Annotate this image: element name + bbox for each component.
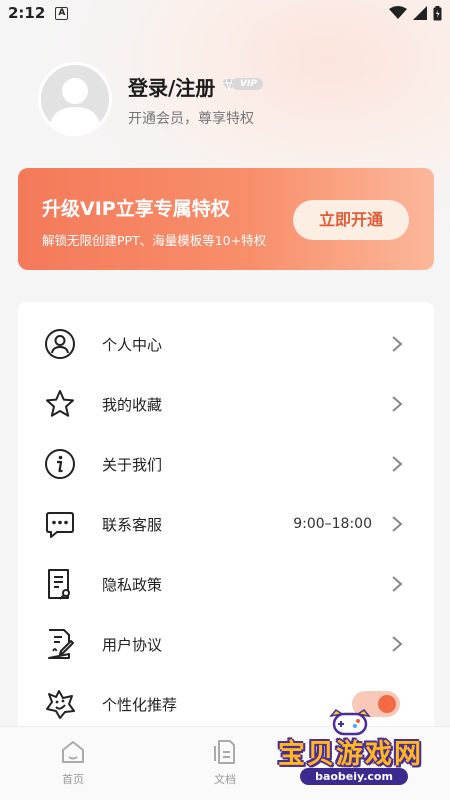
- menu-item-label: 用户协议: [102, 635, 163, 654]
- menu-item-customer-service[interactable]: 联系客服 9:00–18:00: [18, 494, 434, 554]
- vip-badge: VIP: [222, 76, 264, 92]
- chevron-right-icon: [392, 636, 403, 652]
- avatar[interactable]: [38, 62, 112, 136]
- nav-item-documents[interactable]: 文档: [195, 739, 255, 795]
- open-vip-button[interactable]: 立即开通: [293, 200, 409, 240]
- default-avatar-icon: [49, 78, 101, 133]
- chat-bubble-icon: [46, 512, 74, 538]
- chevron-right-icon: [392, 576, 403, 592]
- chevron-right-icon: [392, 516, 403, 532]
- watermark-title: 宝贝游戏网: [278, 739, 423, 770]
- menu-item-label: 隐私政策: [102, 575, 163, 594]
- signal-icon: [413, 6, 427, 20]
- menu-item-label: 联系客服: [102, 515, 163, 534]
- document-icon: [48, 569, 70, 600]
- chevron-right-icon: [392, 336, 403, 352]
- menu-item-label: 我的收藏: [102, 395, 163, 414]
- battery-icon: [433, 5, 442, 20]
- notification-a-icon: A: [55, 6, 69, 20]
- agreement-icon: [48, 629, 74, 659]
- menu-item-label: 个性化推荐: [102, 695, 178, 714]
- service-hours: 9:00–18:00: [293, 516, 372, 532]
- nav-label: 文档: [214, 773, 236, 786]
- wifi-icon: [389, 6, 407, 19]
- profile-subtitle: 开通会员，尊享特权: [128, 111, 254, 127]
- menu-item-label: 关于我们: [102, 455, 163, 474]
- chevron-right-icon: [392, 396, 403, 412]
- menu-item-personal-center[interactable]: 个人中心: [18, 314, 434, 374]
- recommend-icon: [46, 690, 75, 719]
- menu-item-privacy-policy[interactable]: 隐私政策: [18, 554, 434, 614]
- info-icon: [45, 449, 75, 479]
- menu-item-label: 个人中心: [102, 335, 163, 354]
- chevron-right-icon: [392, 456, 403, 472]
- watermark-logo: 宝贝游戏网 baobeiy.com: [270, 700, 450, 800]
- status-icons: [389, 5, 442, 21]
- user-circle-icon: [45, 329, 75, 359]
- profile-section[interactable]: 登录/注册 VIP 开通会员，尊享特权: [38, 62, 418, 142]
- menu-item-about-us[interactable]: 关于我们: [18, 434, 434, 494]
- vip-banner[interactable]: 升级VIP立享专属特权 解锁无限创建PPT、海量模板等10+特权 立即开通: [18, 168, 434, 270]
- document-nav-icon: [214, 740, 235, 764]
- menu-card: 个人中心 我的收藏 关于我们 联系客服 9:00–18:00 隐私政策 用户协议…: [18, 302, 434, 742]
- nav-label: 首页: [62, 773, 84, 786]
- menu-item-favorites[interactable]: 我的收藏: [18, 374, 434, 434]
- status-time: 2:12: [8, 4, 46, 22]
- home-icon: [62, 741, 84, 763]
- vip-banner-subtitle: 解锁无限创建PPT、海量模板等10+特权: [42, 233, 267, 248]
- star-icon: [46, 390, 74, 417]
- menu-item-user-agreement[interactable]: 用户协议: [18, 614, 434, 674]
- vip-badge-text: VIP: [232, 78, 263, 90]
- vip-banner-title: 升级VIP立享专属特权: [42, 198, 230, 220]
- status-bar: 2:12 A: [0, 0, 450, 26]
- nav-item-home[interactable]: 首页: [43, 739, 103, 795]
- watermark-url: baobeiy.com: [300, 768, 408, 785]
- login-register-link[interactable]: 登录/注册: [128, 72, 215, 101]
